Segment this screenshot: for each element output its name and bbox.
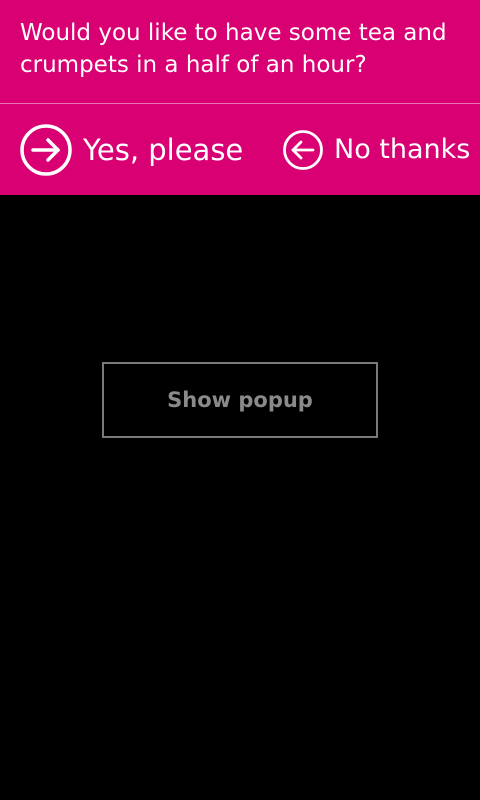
yes-please-label: Yes, please — [83, 133, 244, 167]
popup-message: Would you like to have some tea and crum… — [20, 20, 447, 78]
yes-please-button[interactable]: Yes, please — [19, 124, 243, 176]
confirmation-popup: Would you like to have some tea and crum… — [0, 0, 480, 195]
app-screen: Would you like to have some tea and crum… — [0, 0, 480, 800]
popup-divider — [0, 103, 480, 104]
arrow-left-circle-icon — [283, 130, 323, 170]
arrow-right-circle-icon — [20, 124, 72, 176]
show-popup-button[interactable]: Show popup — [102, 362, 378, 438]
no-thanks-button[interactable]: No thanks — [282, 124, 470, 176]
no-thanks-label: No thanks — [334, 134, 471, 165]
